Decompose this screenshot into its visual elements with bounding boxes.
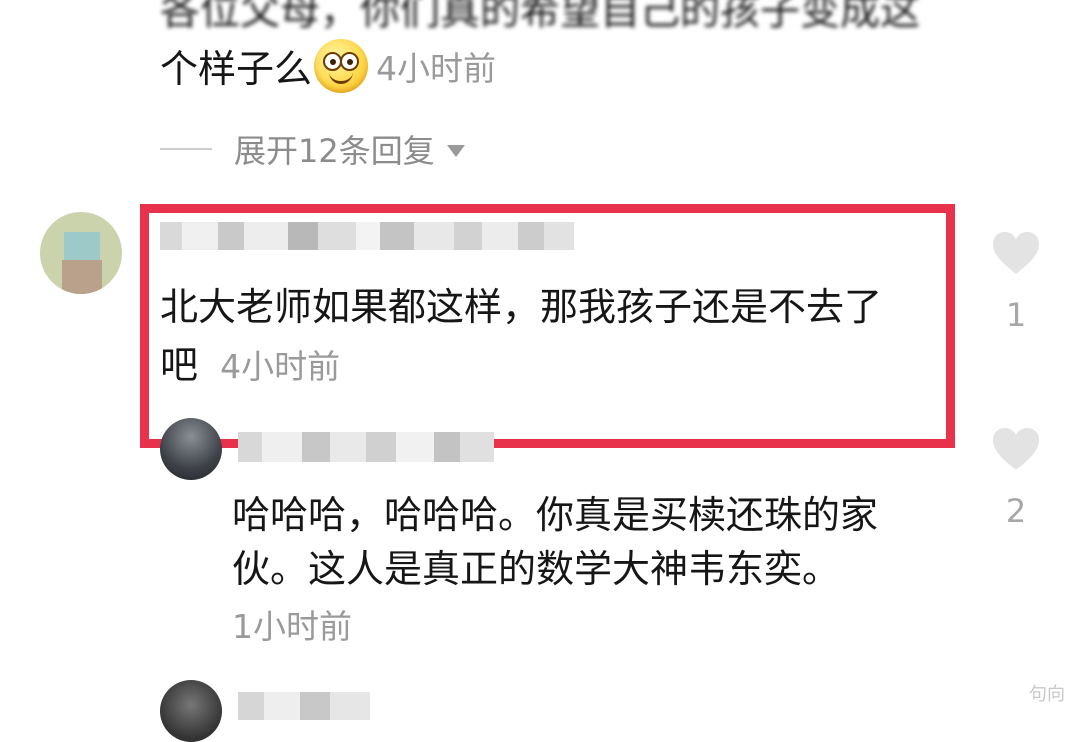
like-button-main[interactable]: 1 <box>986 230 1046 334</box>
like-count-reply: 2 <box>1005 492 1027 530</box>
expand-replies-button[interactable]: 展开12条回复 <box>160 126 465 172</box>
divider-line <box>160 148 212 150</box>
main-comment-line-1: 北大老师如果都这样，那我孩子还是不去了 <box>160 285 883 329</box>
reply-username-blurred[interactable] <box>238 425 494 469</box>
expand-replies-label: 展开12条回复 <box>234 132 435 170</box>
like-button-reply[interactable]: 2 <box>986 426 1046 530</box>
reply-time: 1小时前 <box>232 607 352 646</box>
watermark: 句向 <box>1029 684 1065 705</box>
previous-comment-line: 个样子么 4小时前 <box>160 38 496 93</box>
reply-text: 哈哈哈，哈哈哈。你真是买椟还珠的家 伙。这人是真正的数学大神韦东奕。 <box>232 488 952 596</box>
heart-icon <box>993 232 1039 274</box>
main-comment-text: 北大老师如果都这样，那我孩子还是不去了 吧 4小时前 <box>160 278 950 396</box>
main-comment-time: 4小时前 <box>220 347 341 386</box>
username-blurred[interactable] <box>160 222 574 250</box>
like-count-main: 1 <box>1005 296 1027 334</box>
main-comment-line-2-text: 吧 <box>160 343 199 387</box>
heart-icon <box>993 428 1039 470</box>
previous-comment-clipped-line: 各位父母，你们真的希望自己的孩子变成这 <box>160 0 920 34</box>
grinning-face-emoji-icon <box>314 38 369 93</box>
next-reply-avatar[interactable] <box>160 680 222 742</box>
caret-down-icon <box>446 145 465 157</box>
avatar[interactable] <box>40 212 122 294</box>
reply-line-2: 伙。这人是真正的数学大神韦东奕。 <box>232 547 841 591</box>
next-reply-username-blurred[interactable] <box>238 692 370 720</box>
previous-comment-text: 个样子么 <box>160 47 313 91</box>
reply-avatar[interactable] <box>160 418 222 480</box>
reply-line-1: 哈哈哈，哈哈哈。你真是买椟还珠的家 <box>232 493 879 537</box>
previous-comment-time: 4小时前 <box>376 48 497 88</box>
main-comment-line-2: 吧 4小时前 <box>160 336 950 396</box>
